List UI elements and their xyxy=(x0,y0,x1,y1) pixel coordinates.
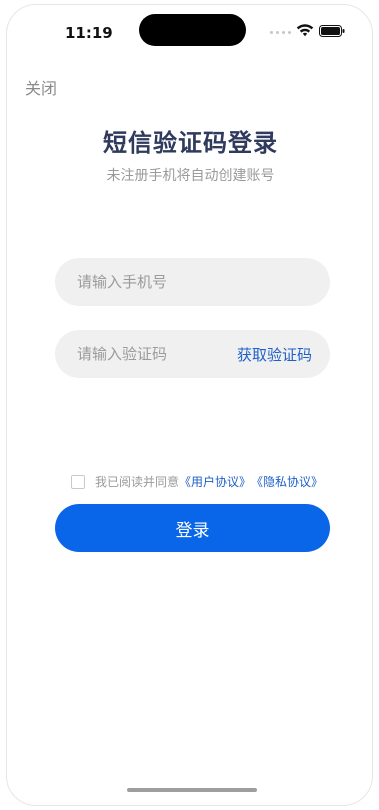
phone-screen: 11:19 关闭 短信验证码登录 未注册手机将自动创建账号 获取验证码 我已阅读… xyxy=(6,4,373,806)
wifi-icon xyxy=(296,24,314,37)
code-input[interactable] xyxy=(75,344,237,364)
get-code-button[interactable]: 获取验证码 xyxy=(237,344,312,365)
code-field: 获取验证码 xyxy=(55,330,330,378)
status-time: 11:19 xyxy=(65,24,113,42)
user-agreement-link[interactable]: 《用户协议》 xyxy=(179,473,251,490)
login-button[interactable]: 登录 xyxy=(55,504,330,552)
dynamic-island xyxy=(139,14,246,46)
agreement-checkbox[interactable] xyxy=(71,474,85,489)
battery-icon xyxy=(319,25,345,37)
cellular-dots-icon xyxy=(270,31,291,34)
close-button[interactable]: 关闭 xyxy=(25,75,57,99)
home-indicator xyxy=(127,788,257,792)
page-subtitle: 未注册手机将自动创建账号 xyxy=(106,168,275,184)
agreement-row: 我已阅读并同意 《用户协议》 《隐私协议》 xyxy=(71,473,323,490)
page-title: 短信验证码登录 xyxy=(103,129,278,157)
phone-input[interactable] xyxy=(75,272,310,292)
agreement-text: 我已阅读并同意 xyxy=(95,475,180,489)
privacy-policy-link[interactable]: 《隐私协议》 xyxy=(251,473,323,490)
phone-field xyxy=(55,258,330,306)
